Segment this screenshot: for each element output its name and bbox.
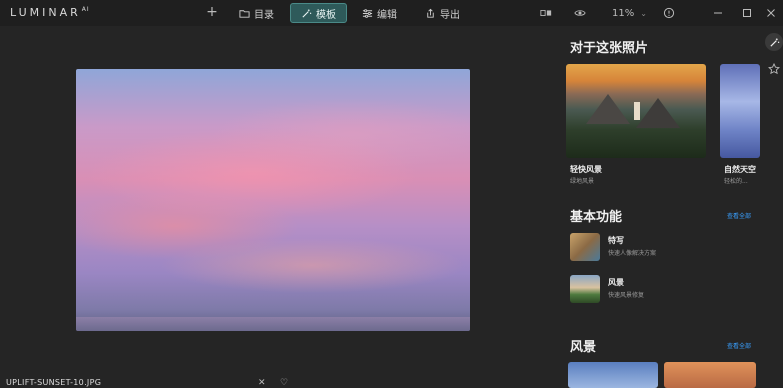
- essential-title: 风景: [608, 278, 624, 287]
- file-name: UPLIFT-SUNSET-10.JPG: [6, 378, 102, 387]
- export-label: 导出: [440, 9, 460, 21]
- card-subtitle: 轻松的...: [724, 178, 748, 185]
- close-icon: [767, 9, 775, 17]
- star-icon: [768, 63, 780, 75]
- landscape-template-card[interactable]: [568, 362, 658, 388]
- export-tab[interactable]: 导出: [425, 4, 460, 22]
- minimize-button[interactable]: [712, 5, 724, 21]
- preview-toggle[interactable]: [574, 5, 586, 21]
- eye-icon: [574, 10, 586, 16]
- help-icon: [663, 7, 675, 19]
- template-card-natural-sky[interactable]: [720, 64, 760, 158]
- zoom-dropdown[interactable]: 11% ⌄: [612, 5, 647, 21]
- card-title: 轻快风景: [570, 165, 602, 174]
- photo-section-title: 对于这张照片: [570, 41, 649, 56]
- catalog-label: 目录: [254, 9, 274, 21]
- help-button[interactable]: [663, 5, 675, 21]
- edit-tab[interactable]: 编辑: [362, 4, 397, 22]
- compare-button[interactable]: [540, 5, 552, 21]
- landscape-thumbnail: [570, 275, 600, 303]
- photo-sea: [76, 317, 470, 331]
- essential-subtitle: 快速风景修复: [608, 292, 645, 299]
- close-button[interactable]: [765, 5, 777, 21]
- sliders-icon: [362, 8, 373, 18]
- favorite-icon[interactable]: ♡: [280, 378, 288, 388]
- add-photos-button[interactable]: +: [204, 4, 220, 20]
- landscape-template-card[interactable]: [664, 362, 756, 388]
- image-canvas: UPLIFT-SUNSET-10.JPG ✕ ♡: [0, 26, 556, 388]
- card-title: 自然天空: [724, 165, 756, 174]
- sunset-photo[interactable]: [76, 69, 470, 331]
- essentials-title: 基本功能: [570, 210, 623, 225]
- castle-shape: [634, 102, 640, 120]
- chevron-down-icon: ⌄: [640, 8, 647, 18]
- templates-panel: 对于这张照片 轻快风景 绿地风景 自然天空 轻松的... 基本功能 查看全部 特…: [556, 26, 762, 388]
- essential-subtitle: 快速人像解决方案: [608, 250, 657, 257]
- compare-icon: [540, 10, 552, 16]
- folder-icon: [239, 9, 250, 18]
- card-subtitle: 绿地风景: [570, 178, 595, 185]
- templates-label: 模板: [316, 9, 336, 21]
- catalog-tab[interactable]: 目录: [239, 4, 274, 22]
- mountain-shape: [636, 98, 680, 128]
- templates-tab[interactable]: 模板: [290, 3, 347, 23]
- minimize-icon: [714, 12, 722, 14]
- magic-wand-icon: [769, 37, 779, 47]
- magic-wand-icon: [302, 8, 312, 18]
- maximize-icon: [743, 9, 751, 17]
- logo-text: LUMINAR: [10, 6, 81, 19]
- templates-rail-button[interactable]: [765, 33, 783, 51]
- edit-label: 编辑: [377, 9, 397, 21]
- luminar-window: LUMINARAI + 目录 模板 编辑 导出 11% ⌄ UPLIFT-SUN…: [0, 0, 783, 388]
- essentials-see-all-link[interactable]: 查看全部: [727, 211, 751, 220]
- landscape-section-title: 风景: [570, 340, 597, 355]
- logo-ai: AI: [81, 6, 90, 13]
- reject-icon[interactable]: ✕: [258, 378, 266, 388]
- essential-title: 特写: [608, 236, 624, 245]
- favorites-rail-button[interactable]: [765, 60, 783, 78]
- top-toolbar: LUMINARAI + 目录 模板 编辑 导出 11% ⌄: [0, 0, 783, 26]
- template-card-light-landscape[interactable]: [566, 64, 706, 158]
- app-logo: LUMINARAI: [10, 6, 90, 19]
- zoom-value: 11%: [612, 7, 635, 19]
- side-rail: [762, 26, 783, 388]
- mountain-shape: [586, 94, 630, 124]
- landscape-see-all-link[interactable]: 查看全部: [727, 341, 751, 350]
- share-icon: [427, 8, 434, 18]
- maximize-button[interactable]: [741, 5, 753, 21]
- portrait-thumbnail: [570, 233, 600, 261]
